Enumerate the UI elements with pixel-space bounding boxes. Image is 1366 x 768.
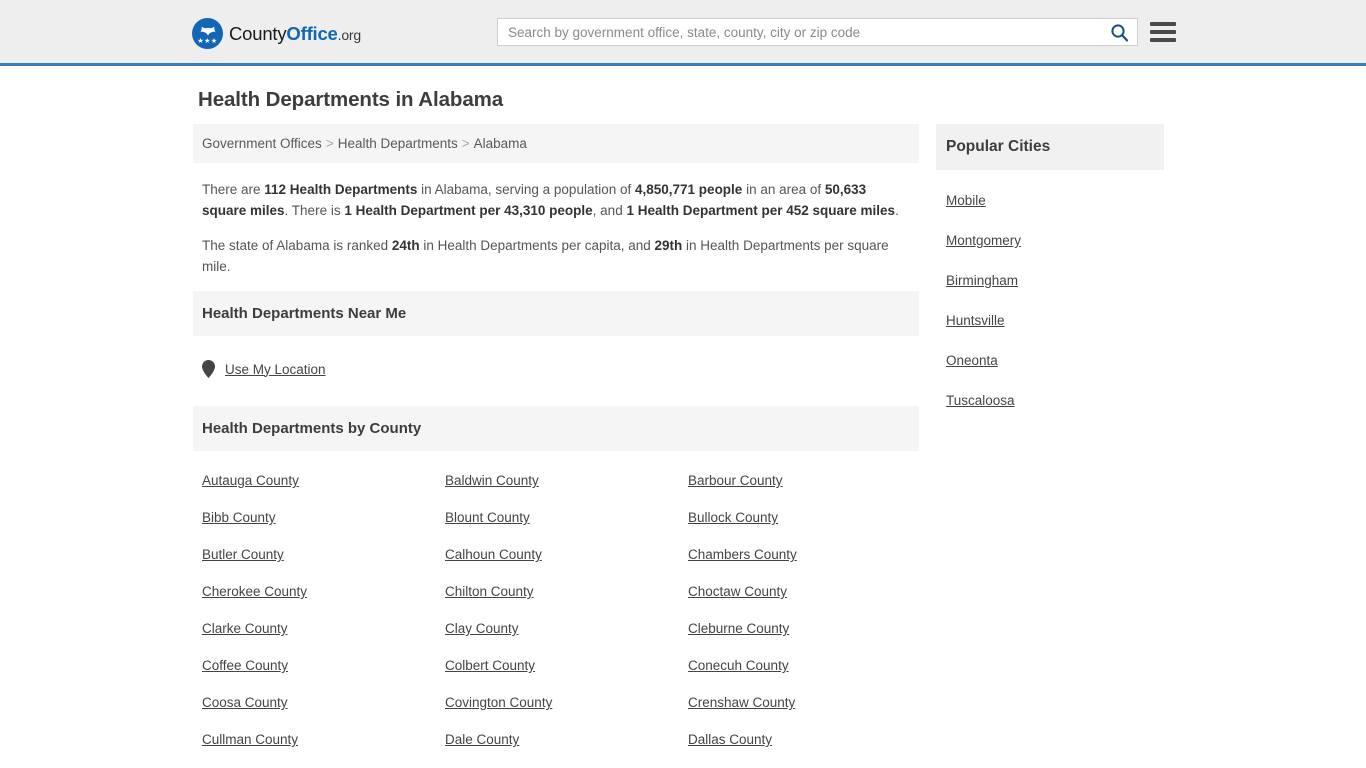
intro-paragraph-rank: The state of Alabama is ranked 24th in H… [202, 235, 910, 277]
stat-per-people: 1 Health Department per 43,310 people [344, 203, 593, 218]
breadcrumb-separator-2: > [461, 136, 470, 151]
county-link[interactable]: Autauga County [202, 473, 445, 488]
section-header-by-county: Health Departments by County [193, 406, 919, 451]
county-link[interactable]: Baldwin County [445, 473, 688, 488]
near-me-body: Use My Location [193, 336, 919, 396]
content-container: Health Departments in Alabama Government… [193, 66, 1173, 768]
stat-department-count: 112 Health Departments [264, 182, 418, 197]
rank-per-capita: 24th [391, 238, 420, 253]
list-item: Montgomery [946, 232, 1154, 250]
eagle-shield-icon: ★★★ [192, 18, 223, 49]
page-title: Health Departments in Alabama [198, 88, 504, 111]
sidebar-header: Popular Cities [936, 124, 1164, 170]
county-link[interactable]: Calhoun County [445, 547, 688, 562]
eagle-glyph [200, 26, 215, 36]
rank-per-square-mile: 29th [654, 238, 683, 253]
logo-wordmark: CountyOffice.org [229, 23, 361, 45]
county-link[interactable]: Bibb County [202, 510, 445, 525]
list-item: Huntsville [946, 312, 1154, 330]
county-link[interactable]: Barbour County [688, 473, 928, 488]
popular-city-link[interactable]: Oneonta [946, 353, 998, 368]
search-input[interactable] [498, 19, 1101, 45]
intro-p1-s6: . [895, 203, 899, 218]
county-link[interactable]: Butler County [202, 547, 445, 562]
intro-p1-s3: in an area of [742, 182, 825, 197]
county-link[interactable]: Covington County [445, 695, 688, 710]
intro-paragraph-stats: There are 112 Health Departments in Alab… [202, 179, 910, 221]
hamburger-bar-3 [1150, 38, 1176, 42]
breadcrumb-item-government-offices[interactable]: Government Offices [202, 136, 322, 151]
main-column: Government Offices > Health Departments > Al… [193, 124, 919, 768]
county-link[interactable]: Coosa County [202, 695, 445, 710]
search-bar[interactable] [497, 18, 1138, 46]
county-link[interactable]: Chilton County [445, 584, 688, 599]
popular-city-link[interactable]: Montgomery [946, 233, 1021, 248]
stat-per-square-mile: 1 Health Department per 452 square miles [626, 203, 896, 218]
intro-p1-s4: . There is [284, 203, 345, 218]
by-county-heading: Health Departments by County [202, 420, 422, 437]
popular-city-link[interactable]: Huntsville [946, 313, 1005, 328]
county-link[interactable]: Cleburne County [688, 621, 928, 636]
intro-p2-s2: in Health Departments per capita, and [419, 238, 655, 253]
popular-city-link[interactable]: Tuscaloosa [946, 393, 1015, 408]
popular-city-link[interactable]: Birmingham [946, 273, 1018, 288]
logo-text-org: .org [337, 26, 362, 43]
county-link-grid: Autauga County Baldwin County Barbour Coun… [193, 451, 919, 768]
popular-cities-heading: Popular Cities [946, 138, 1051, 155]
page-body: Health Departments in Alabama Government… [0, 66, 1366, 768]
popular-city-link[interactable]: Mobile [946, 193, 986, 208]
intro-text: There are 112 Health Departments in Alab… [193, 163, 919, 277]
popular-cities-list: Mobile Montgomery Birmingham Huntsville Oneo… [936, 170, 1164, 410]
breadcrumb-item-health-departments[interactable]: Health Departments [338, 136, 458, 151]
breadcrumb: Government Offices > Health Departments > Al… [193, 124, 919, 163]
intro-p1-s5: , and [592, 203, 627, 218]
hamburger-bar-2 [1150, 30, 1176, 34]
search-icon [1110, 23, 1128, 41]
search-button[interactable] [1101, 19, 1137, 45]
intro-p2-s1: The state of Alabama is ranked [202, 238, 392, 253]
county-link[interactable]: Cullman County [202, 732, 445, 747]
site-header: ★★★ CountyOffice.org [0, 0, 1366, 66]
list-item: Tuscaloosa [946, 392, 1154, 410]
intro-p1-s2: in Alabama, serving a population of [417, 182, 635, 197]
county-link[interactable]: Colbert County [445, 658, 688, 673]
county-link[interactable]: Bullock County [688, 510, 928, 525]
breadcrumb-item-alabama: Alabama [473, 136, 527, 151]
stat-population: 4,850,771 people [635, 182, 743, 197]
use-my-location-link[interactable]: Use My Location [225, 362, 326, 377]
county-link[interactable]: Cherokee County [202, 584, 445, 599]
sidebar-popular-cities: Popular Cities Mobile Montgomery Birmingha… [936, 124, 1164, 432]
header-inner: ★★★ CountyOffice.org [0, 0, 1366, 66]
map-pin-icon [202, 360, 215, 378]
logo-text-county: County [229, 22, 287, 44]
county-link[interactable]: Dale County [445, 732, 688, 747]
breadcrumb-separator-1: > [325, 136, 334, 151]
near-me-heading: Health Departments Near Me [202, 305, 407, 322]
site-logo[interactable]: ★★★ CountyOffice.org [192, 18, 361, 49]
intro-p1-s1: There are [202, 182, 265, 197]
county-link[interactable]: Blount County [445, 510, 688, 525]
list-item: Oneonta [946, 352, 1154, 370]
county-link[interactable]: Chambers County [688, 547, 928, 562]
county-link[interactable]: Choctaw County [688, 584, 928, 599]
hamburger-menu-icon[interactable] [1150, 20, 1176, 44]
logo-text-office: Office [286, 22, 338, 44]
list-item: Birmingham [946, 272, 1154, 290]
county-link[interactable]: Crenshaw County [688, 695, 928, 710]
section-header-near-me: Health Departments Near Me [193, 291, 919, 336]
stars-glyph: ★★★ [197, 38, 218, 45]
county-link[interactable]: Dallas County [688, 732, 928, 747]
county-link[interactable]: Clarke County [202, 621, 445, 636]
hamburger-bar-1 [1150, 22, 1176, 26]
content-layout: Government Offices > Health Departments > Al… [193, 124, 1173, 768]
county-link[interactable]: Clay County [445, 621, 688, 636]
county-link[interactable]: Conecuh County [688, 658, 928, 673]
county-link[interactable]: Coffee County [202, 658, 445, 673]
list-item: Mobile [946, 192, 1154, 210]
